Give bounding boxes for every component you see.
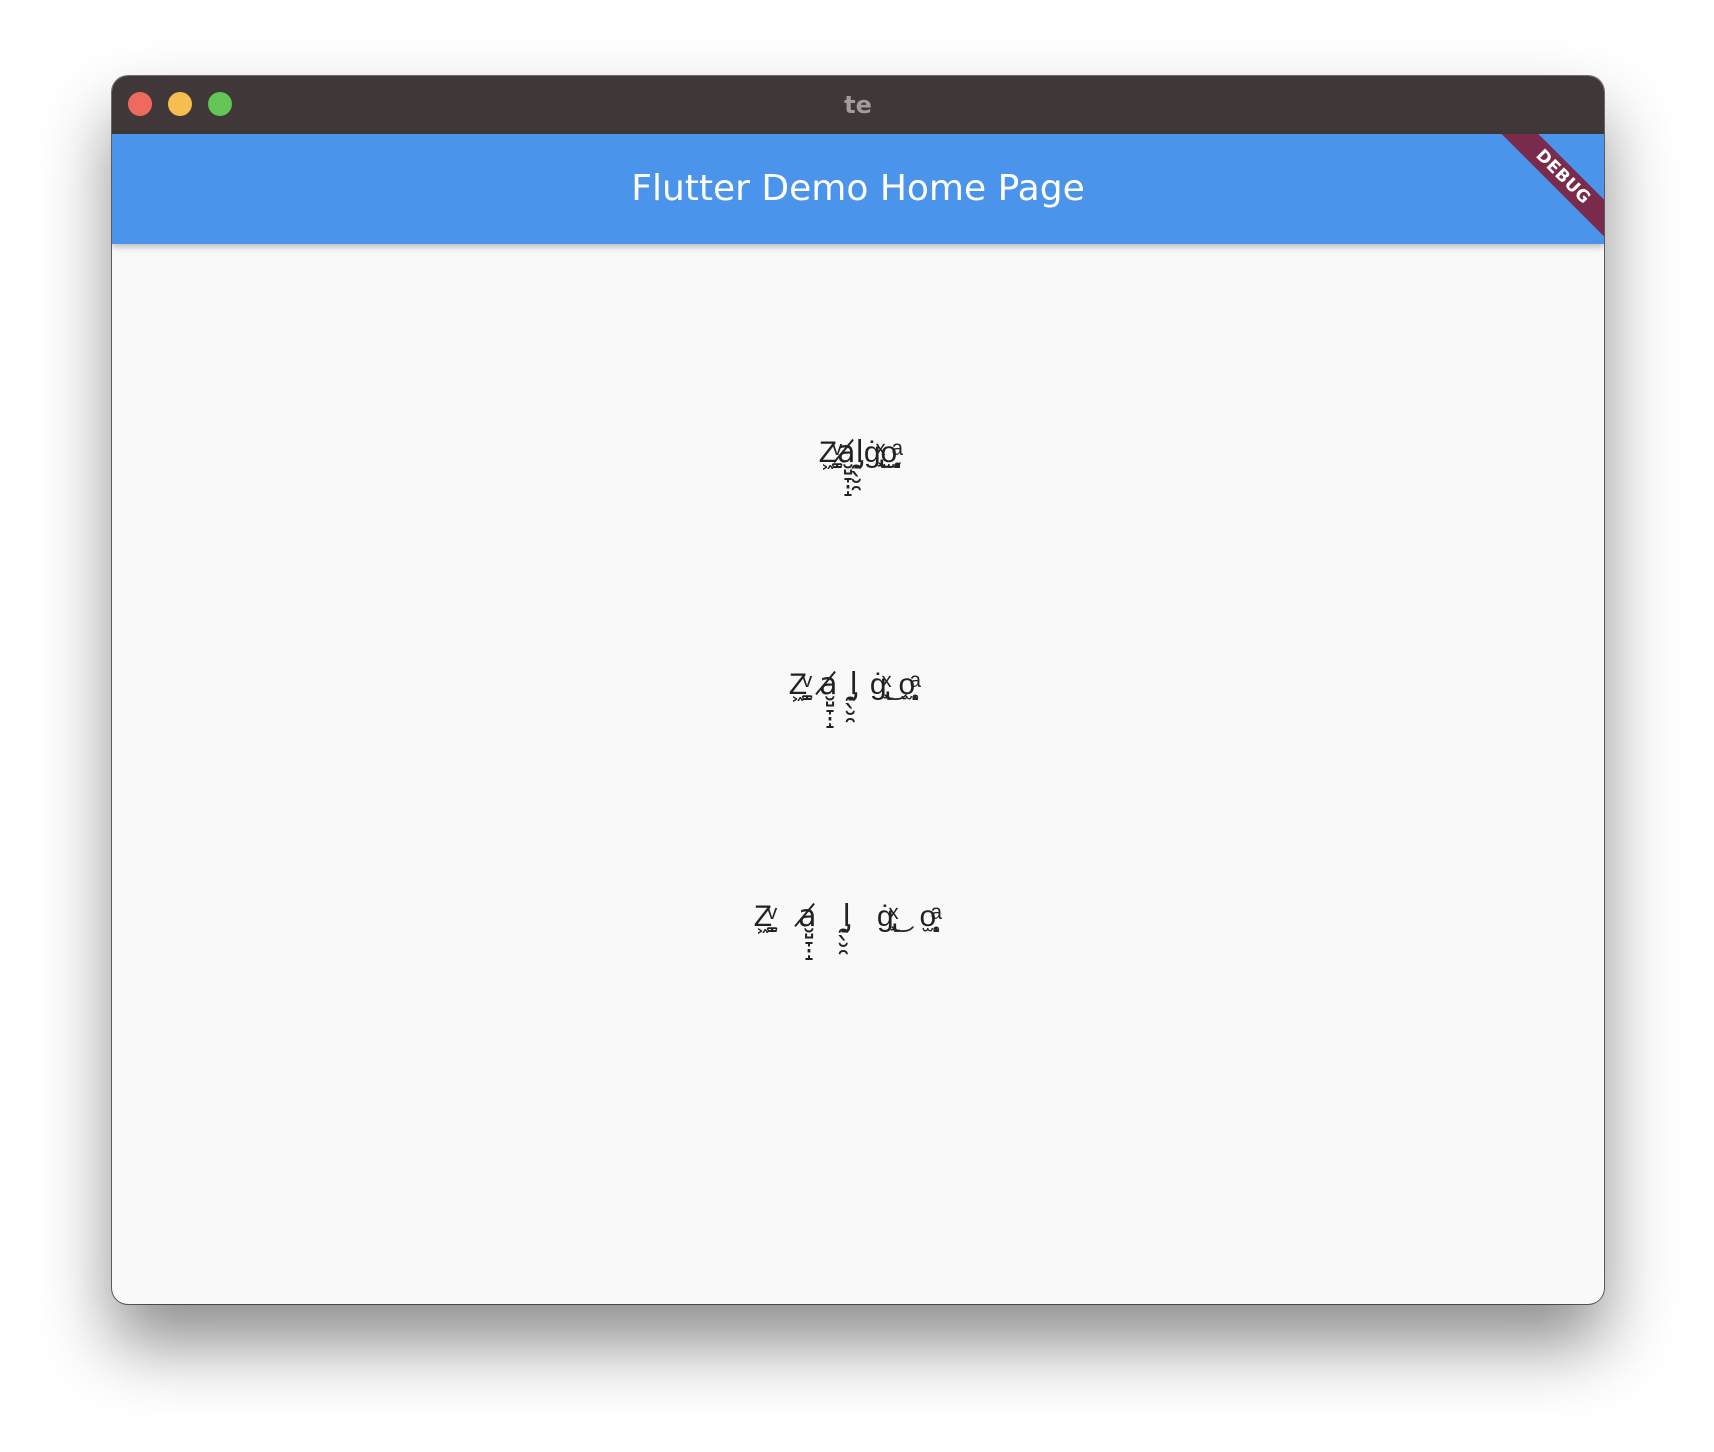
zalgo-text-3: Z͖̳̫ͮͅa̸̮̺̞̣̝l̡̯̖̮̯ġ̢̘ͯ͜o̫̖̝̥ͣ	[753, 899, 963, 934]
zalgo-text-2: Z͖̳̫ͮͅa̸̮̺̞̣̝l̡̯̖̮̯ġ̢̘ͯ͜o̫̖̝̥ͣ	[788, 667, 928, 702]
app-window: te Flutter Demo Home Page DEBUG Z͖̳̫ͮͅa̸…	[112, 76, 1604, 1304]
title-bar[interactable]: te	[112, 76, 1604, 135]
app-bar: Flutter Demo Home Page	[112, 134, 1604, 244]
page-body: Z͖̳̫ͮͅa̸̮̺̞̣̝l̡̯̖̮̯ġ̢̘ͯ͜o̫̖̝̥ͣ Z͖̳̫ͮͅa̸̮…	[112, 244, 1604, 1304]
page-title: Flutter Demo Home Page	[631, 168, 1085, 209]
zalgo-text-1: Z͖̳̫ͮͅa̸̮̺̞̣̝l̡̯̖̮̯ġ̢̘ͯ͜o̫̖̝̥ͣ	[818, 435, 898, 470]
window-title: te	[844, 91, 872, 119]
